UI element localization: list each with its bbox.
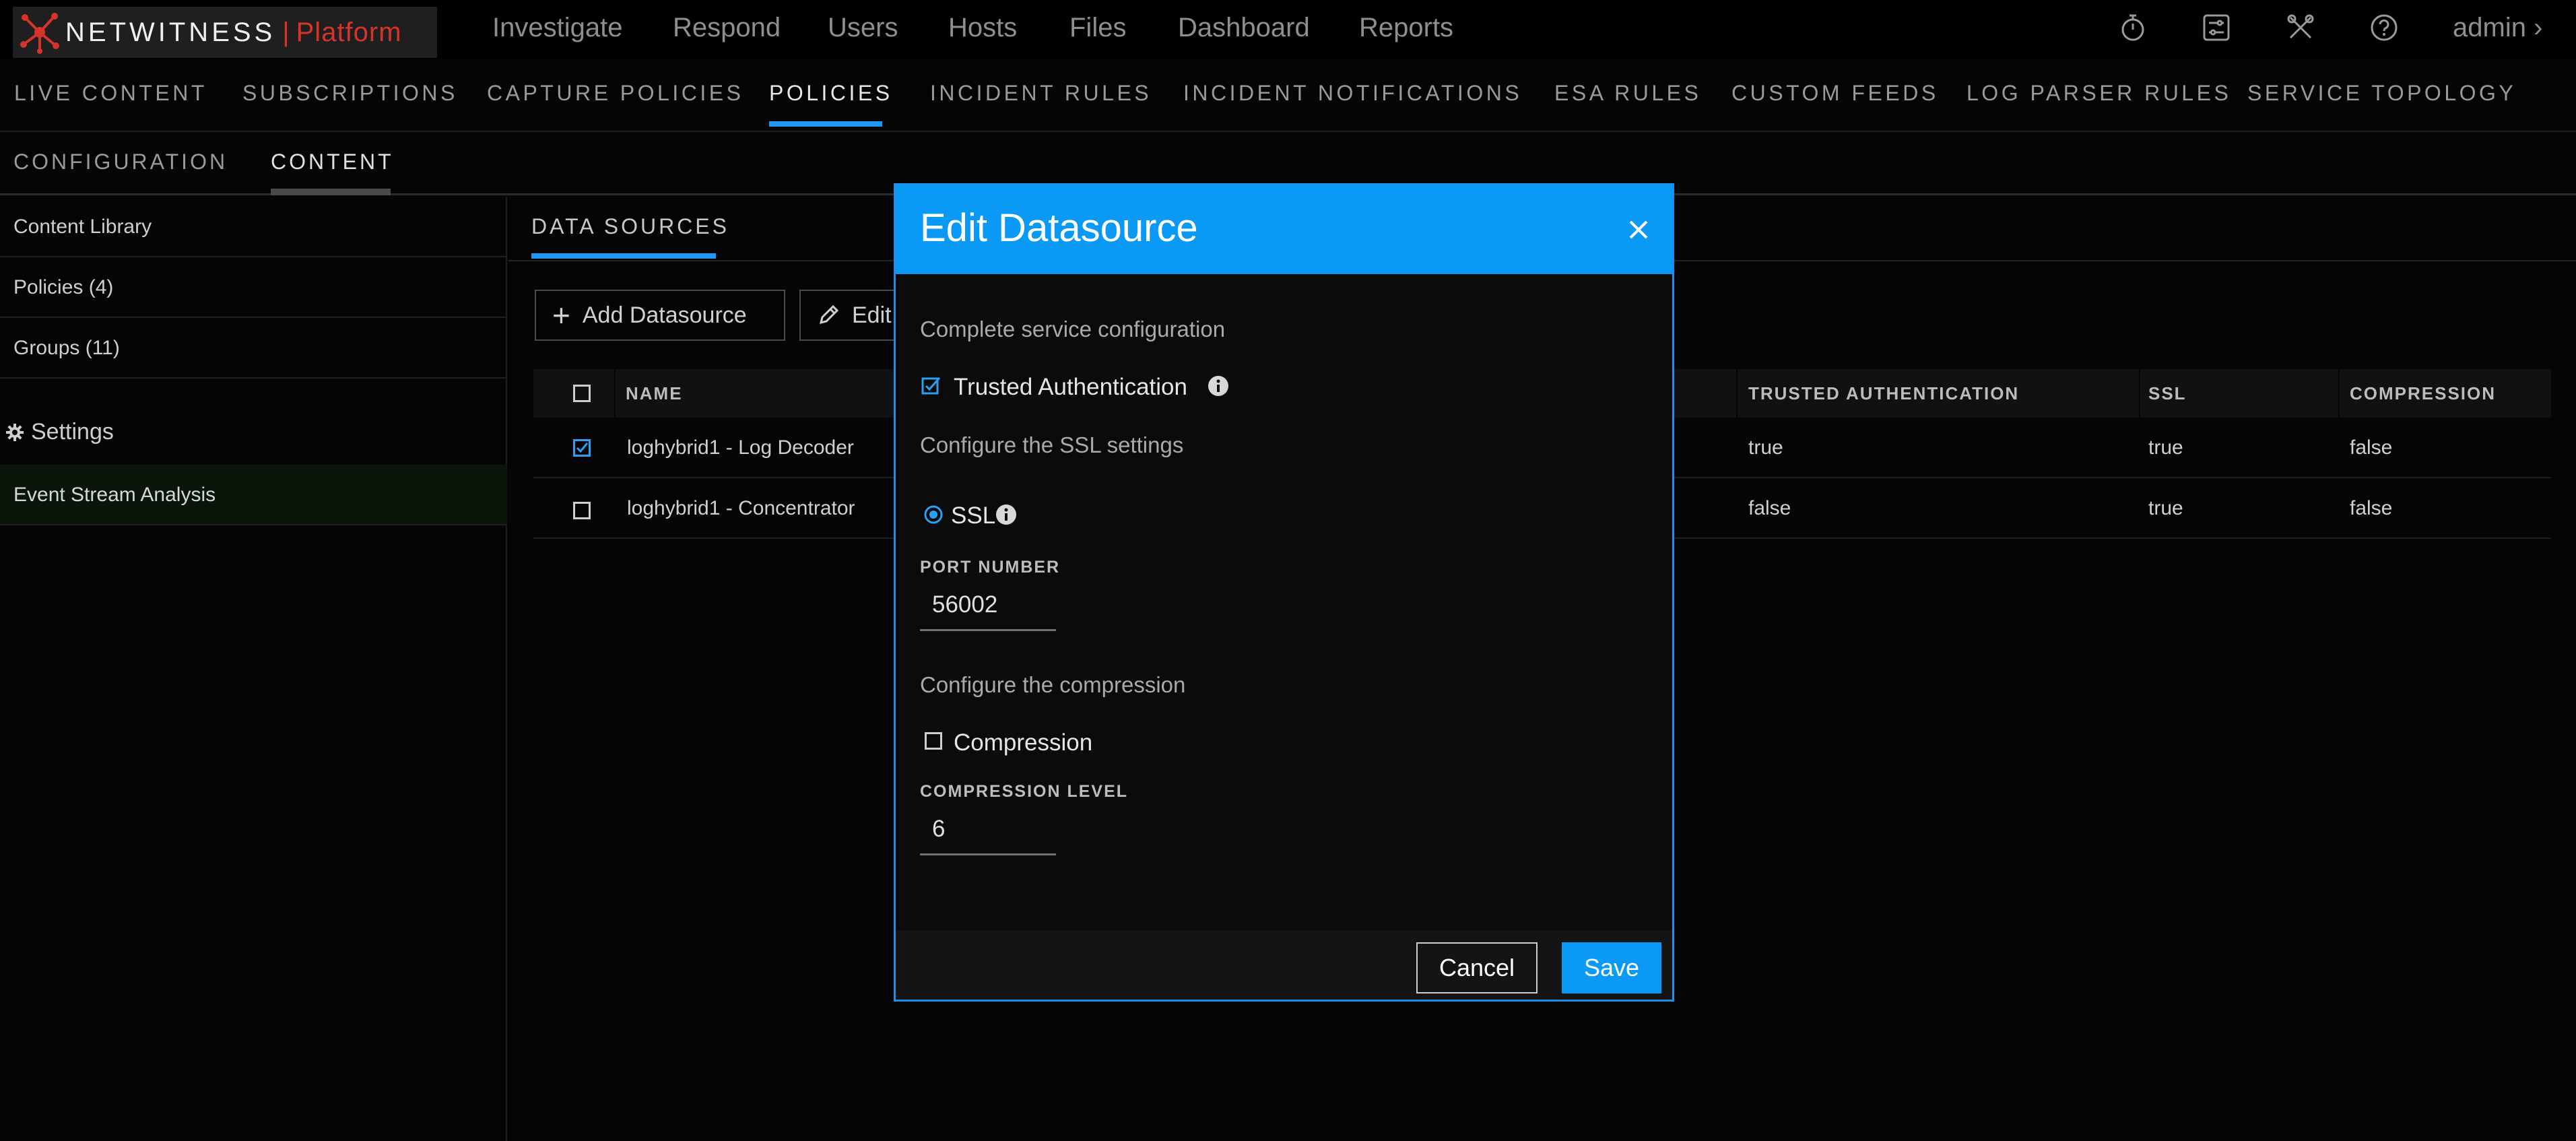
ssl-settings-label: Configure the SSL settings — [920, 432, 1184, 457]
select-all-checkbox[interactable] — [573, 385, 591, 402]
tab-incident-rules[interactable]: INCIDENT RULES — [930, 81, 1152, 106]
sidebar-item-content-library[interactable]: Content Library — [0, 197, 507, 257]
plus-icon: + — [552, 298, 570, 333]
compression-label[interactable]: Compression — [954, 729, 1092, 756]
row-name: loghybrid1 - Concentrator — [627, 497, 855, 519]
row-compression: false — [2350, 497, 2393, 519]
row-compression: false — [2350, 436, 2393, 459]
add-datasource-button[interactable]: + Add Datasource — [535, 290, 785, 341]
nav-respond[interactable]: Respond — [673, 0, 781, 57]
sidebar-item-event-stream-analysis[interactable]: Event Stream Analysis — [0, 465, 507, 525]
compression-checkbox[interactable] — [925, 732, 942, 750]
port-number-label: PORT NUMBER — [920, 558, 1061, 577]
user-name: admin — [2453, 13, 2526, 42]
row-ssl: true — [2148, 497, 2183, 519]
tab-configuration[interactable]: CONFIGURATION — [13, 150, 228, 174]
row-trusted-authentication: true — [1748, 436, 1783, 459]
sidebar-item-groups[interactable]: Groups (11) — [0, 318, 507, 379]
brand-separator: | — [282, 17, 290, 47]
modal-footer: Cancel Save — [896, 930, 1672, 1000]
tab-content[interactable]: CONTENT — [271, 150, 394, 174]
add-datasource-label: Add Datasource — [582, 302, 747, 328]
tab-service-topology[interactable]: SERVICE TOPOLOGY — [2247, 81, 2516, 106]
pencil-icon — [819, 304, 839, 325]
row-trusted-authentication: false — [1748, 497, 1791, 519]
compression-level-input[interactable]: 6 — [920, 806, 1056, 855]
help-icon[interactable] — [2369, 12, 2400, 43]
column-separator — [614, 369, 616, 418]
nav-users[interactable]: Users — [828, 0, 898, 57]
tab-policies[interactable]: POLICIES — [769, 81, 893, 106]
edit-datasource-button[interactable]: Edit — [799, 290, 907, 341]
column-header-compression[interactable]: COMPRESSION — [2350, 369, 2496, 418]
column-separator — [2139, 369, 2140, 418]
tab-incident-notifications[interactable]: INCIDENT NOTIFICATIONS — [1183, 81, 1522, 106]
row-name: loghybrid1 - Log Decoder — [627, 436, 854, 459]
content-sidebar: Content Library Policies (4) Groups (11)… — [0, 197, 507, 1141]
tab-subscriptions[interactable]: SUBSCRIPTIONS — [242, 81, 458, 106]
row-checkbox-checked[interactable] — [573, 439, 591, 457]
column-separator — [1736, 369, 1738, 418]
nav-files[interactable]: Files — [1069, 0, 1126, 57]
tab-log-parser-rules[interactable]: LOG PARSER RULES — [1967, 81, 2231, 106]
brand-name: NETWITNESS — [65, 17, 276, 47]
nav-hosts[interactable]: Hosts — [948, 0, 1017, 57]
column-separator — [2338, 369, 2340, 418]
sidebar-item-policies[interactable]: Policies (4) — [0, 257, 507, 318]
tab-custom-feeds[interactable]: CUSTOM FEEDS — [1731, 81, 1939, 106]
tab-data-sources[interactable]: DATA SOURCES — [531, 214, 729, 239]
brand-product: Platform — [296, 17, 402, 47]
save-button[interactable]: Save — [1562, 942, 1661, 993]
close-icon[interactable] — [1625, 216, 1652, 243]
row-checkbox[interactable] — [573, 502, 591, 519]
ssl-radio[interactable] — [923, 504, 944, 525]
modal-header: Edit Datasource — [896, 185, 1672, 274]
compression-settings-label: Configure the compression — [920, 672, 1186, 697]
column-header-name[interactable]: NAME — [626, 369, 683, 418]
nav-investigate[interactable]: Investigate — [492, 0, 622, 57]
nav-dashboard[interactable]: Dashboard — [1178, 0, 1310, 57]
data-sources-tab-indicator — [531, 253, 716, 259]
info-icon[interactable] — [1208, 375, 1229, 397]
tab-esa-rules[interactable]: ESA RULES — [1554, 81, 1701, 106]
info-icon[interactable] — [995, 504, 1017, 525]
nav-reports[interactable]: Reports — [1359, 0, 1453, 57]
admin-tabs: LIVE CONTENT SUBSCRIPTIONS CAPTURE POLIC… — [0, 66, 2576, 132]
active-subtab-indicator — [271, 189, 391, 195]
edit-datasource-label: Edit — [852, 302, 892, 328]
sidebar-settings-label: Settings — [31, 419, 114, 445]
sliders-icon[interactable] — [2201, 12, 2232, 43]
stopwatch-icon[interactable] — [2117, 12, 2148, 43]
netwitness-logo-icon — [20, 13, 59, 54]
column-header-trusted-authentication[interactable]: TRUSTED AUTHENTICATION — [1748, 369, 2019, 418]
trusted-authentication-checkbox[interactable] — [921, 376, 942, 396]
gear-icon — [6, 423, 24, 441]
tab-capture-policies[interactable]: CAPTURE POLICIES — [487, 81, 744, 106]
modal-title: Edit Datasource — [920, 206, 1198, 250]
netwitness-logo[interactable]: NETWITNESS | Platform — [13, 7, 437, 58]
service-configuration-label: Complete service configuration — [920, 317, 1226, 341]
ssl-label[interactable]: SSL — [951, 502, 995, 529]
tools-icon[interactable] — [2285, 12, 2316, 43]
active-tab-indicator — [769, 121, 882, 127]
trusted-authentication-label[interactable]: Trusted Authentication — [954, 374, 1187, 401]
chevron-right-icon: › — [2534, 13, 2543, 42]
row-ssl: true — [2148, 436, 2183, 459]
edit-datasource-modal: Edit Datasource Complete service configu… — [894, 183, 1674, 1002]
compression-level-label: COMPRESSION LEVEL — [920, 782, 1129, 801]
tab-live-content[interactable]: LIVE CONTENT — [14, 81, 207, 106]
sidebar-settings-header: Settings — [5, 419, 114, 445]
user-menu[interactable]: admin › — [2453, 0, 2542, 55]
top-navigation: NETWITNESS | Platform Investigate Respon… — [0, 0, 2576, 59]
column-header-ssl[interactable]: SSL — [2148, 369, 2187, 418]
cancel-button[interactable]: Cancel — [1416, 942, 1538, 993]
port-number-input[interactable]: 56002 — [920, 581, 1056, 631]
